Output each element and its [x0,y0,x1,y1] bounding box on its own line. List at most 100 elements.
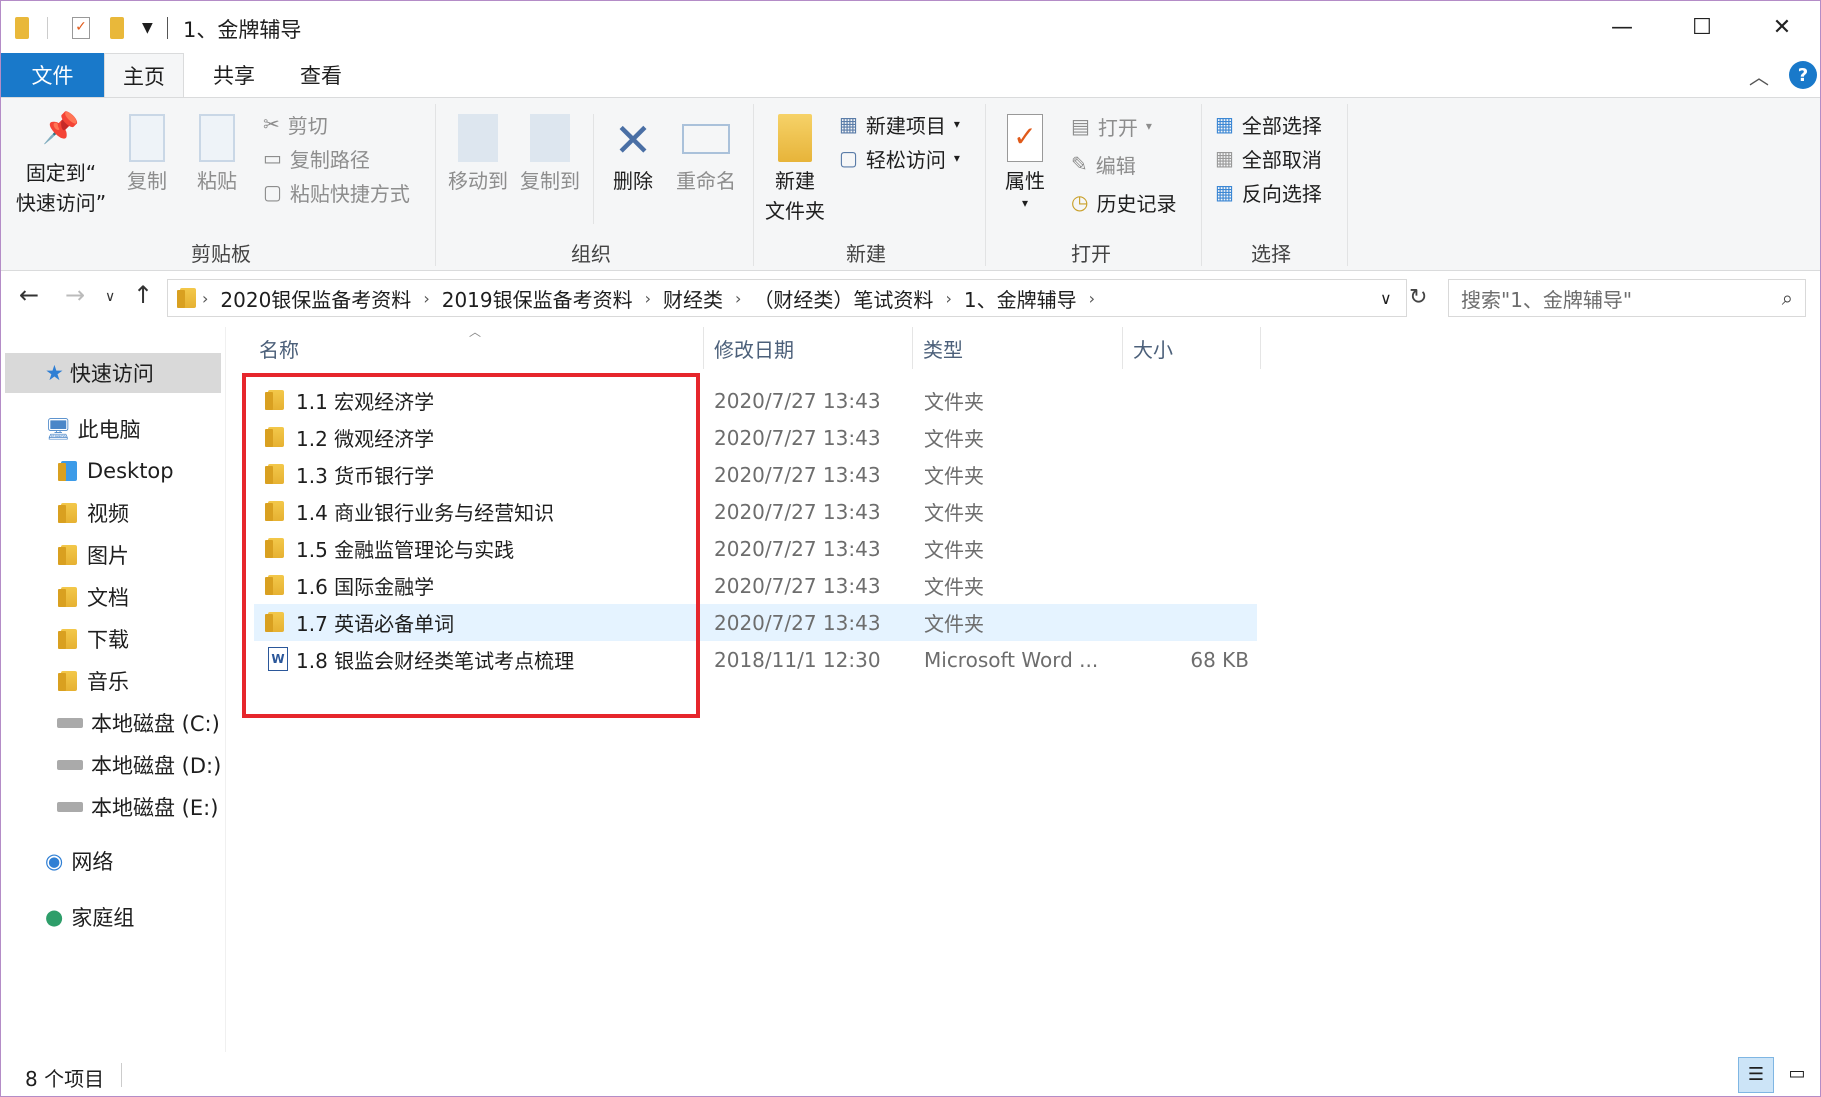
nav-label: 本地磁盘 (E:) [91,796,219,820]
breadcrumb-item[interactable]: （财经类）笔试资料 [753,284,933,313]
close-button[interactable]: ✕ [1742,1,1821,53]
scissors-icon: ✂ [263,112,280,136]
file-date: 2020/7/27 13:43 [714,499,881,524]
nav-homegroup[interactable]: ● 家庭组 [45,897,134,937]
file-name: 1.5 金融监管理论与实践 [296,538,515,562]
new-folder-button[interactable]: 新建 文件夹 [757,114,833,226]
recent-locations-chevron-icon[interactable]: ∨ [105,289,115,305]
edit-button[interactable]: ✎ 编辑 [1071,148,1136,180]
new-item-label: 新建项目 [865,113,946,138]
forward-arrow-icon[interactable]: → [65,281,85,309]
rename-button[interactable]: 重命名 [669,114,743,196]
chevron-right-icon: › [735,288,742,308]
drive-icon [57,718,83,728]
folder-icon [265,464,284,484]
customize-quick-access-icon[interactable]: ▼ [142,20,153,36]
help-icon[interactable]: ? [1789,61,1817,89]
invert-selection-label: 反向选择 [1241,181,1322,206]
nav-drive-e[interactable]: 本地磁盘 (E:) [57,787,218,827]
copy-button[interactable]: 复制 [117,114,177,196]
file-row[interactable]: 1.1 宏观经济学 2020/7/27 13:43 文件夹 [254,382,1257,419]
nav-label: 文档 [87,586,129,610]
nav-label: Desktop [87,459,174,483]
new-folder-quick-icon[interactable] [110,17,124,39]
file-row[interactable]: 1.5 金融监管理论与实践 2020/7/27 13:43 文件夹 [254,530,1257,567]
file-row[interactable]: 1.7 英语必备单词 2020/7/27 13:43 文件夹 [254,604,1257,641]
pin-to-quick-access-button[interactable]: 📌 固定到“ 快速访问” [11,114,111,218]
file-date: 2020/7/27 13:43 [714,610,881,635]
refresh-icon[interactable]: ↻ [1409,285,1443,323]
nav-this-pc[interactable]: 🖥 此电脑 [45,409,141,449]
large-icons-view-icon[interactable]: ▭ [1779,1057,1815,1093]
invert-selection-button[interactable]: ▦ 反向选择 [1215,176,1322,208]
tab-share[interactable]: 共享 [194,53,274,97]
nav-documents[interactable]: 文档 [58,577,129,617]
delete-button[interactable]: ✕ 删除 [603,114,663,196]
column-header-type[interactable]: 类型 [913,327,1123,369]
nav-label: 图片 [87,544,129,568]
up-arrow-icon[interactable]: ↑ [133,281,153,309]
copy-path-button[interactable]: ▭ 复制路径 [263,142,370,174]
select-none-button[interactable]: ▦ 全部取消 [1215,142,1322,174]
network-icon: ◉ [45,849,64,873]
nav-music[interactable]: 音乐 [58,661,129,701]
collapse-ribbon-icon[interactable]: ︿ [1749,61,1769,90]
breadcrumb-item[interactable]: 1、金牌辅导 [964,284,1077,313]
file-row[interactable]: 1.2 微观经济学 2020/7/27 13:43 文件夹 [254,419,1257,456]
nav-drive-c[interactable]: 本地磁盘 (C:) [57,703,220,743]
open-button[interactable]: ▤ 打开 ▾ [1071,110,1152,142]
chevron-right-icon: › [1088,288,1095,308]
column-header-name[interactable]: 名称 [249,327,704,369]
new-item-button[interactable]: ▦ 新建项目 ▾ [839,108,960,140]
dropdown-arrow-icon: ▾ [1145,119,1152,133]
search-input[interactable]: 搜索"1、金牌辅导" ⌕ [1448,279,1806,317]
nav-pictures[interactable]: 图片 [58,535,129,575]
minimize-button[interactable]: — [1582,1,1662,53]
easy-access-button[interactable]: ▢ 轻松访问 ▾ [839,142,960,174]
nav-videos[interactable]: 视频 [58,493,129,533]
tab-view[interactable]: 查看 [281,53,361,97]
folder-icon [265,575,284,595]
file-row[interactable]: 1.3 货币银行学 2020/7/27 13:43 文件夹 [254,456,1257,493]
file-name: 1.7 英语必备单词 [296,612,455,636]
address-dropdown-icon[interactable]: ∨ [1380,289,1392,308]
nav-quick-access[interactable]: ★ 快速访问 [5,353,221,393]
column-header-date[interactable]: 修改日期 [704,327,913,369]
breadcrumb-item[interactable]: 2019银保监备考资料 [442,284,633,313]
move-to-button[interactable]: 移动到 [443,114,513,196]
easy-access-label: 轻松访问 [865,147,946,172]
nav-drive-d[interactable]: 本地磁盘 (D:) [57,745,221,785]
quick-access-toolbar: ✓ ▼ [15,15,168,41]
address-bar[interactable]: › 2020银保监备考资料 › 2019银保监备考资料 › 财经类 › （财经类… [167,279,1407,317]
nav-desktop[interactable]: Desktop [58,451,174,491]
maximize-button[interactable]: ☐ [1662,1,1742,53]
file-name: 1.4 商业银行业务与经营知识 [296,501,555,525]
properties-button[interactable]: ✓ 属性 ▾ [995,114,1055,210]
folder-icon [265,427,284,447]
nav-label: 家庭组 [71,906,135,930]
select-all-button[interactable]: ▦ 全部选择 [1215,108,1322,140]
breadcrumb-item[interactable]: 2020银保监备考资料 [220,284,411,313]
file-date: 2020/7/27 13:43 [714,462,881,487]
tab-file[interactable]: 文件 [1,53,104,97]
tab-home[interactable]: 主页 [104,53,184,98]
column-header-size[interactable]: 大小 [1123,327,1261,369]
nav-downloads[interactable]: 下载 [58,619,129,659]
history-button[interactable]: ◷ 历史记录 [1071,186,1176,218]
details-view-icon[interactable]: ☰ [1738,1057,1774,1093]
file-type: 文件夹 [924,612,984,636]
file-name: 1.6 国际金融学 [296,575,435,599]
file-row[interactable]: W 1.8 银监会财经类笔试考点梳理 2018/11/1 12:30 Microsof… [254,641,1257,678]
pin-label-2: 快速访问” [15,191,107,215]
file-row[interactable]: 1.6 国际金融学 2020/7/27 13:43 文件夹 [254,567,1257,604]
properties-quick-icon[interactable]: ✓ [72,17,90,39]
group-label-clipboard: 剪贴板 [191,242,251,266]
nav-network[interactable]: ◉ 网络 [45,841,113,881]
cut-button[interactable]: ✂ 剪切 [263,108,328,140]
breadcrumb-item[interactable]: 财经类 [663,284,723,313]
copy-to-button[interactable]: 复制到 [515,114,585,196]
paste-shortcut-button[interactable]: ▢ 粘贴快捷方式 [263,176,410,208]
paste-button[interactable]: 粘贴 [187,114,247,196]
back-arrow-icon[interactable]: ← [19,281,39,309]
file-row[interactable]: 1.4 商业银行业务与经营知识 2020/7/27 13:43 文件夹 [254,493,1257,530]
